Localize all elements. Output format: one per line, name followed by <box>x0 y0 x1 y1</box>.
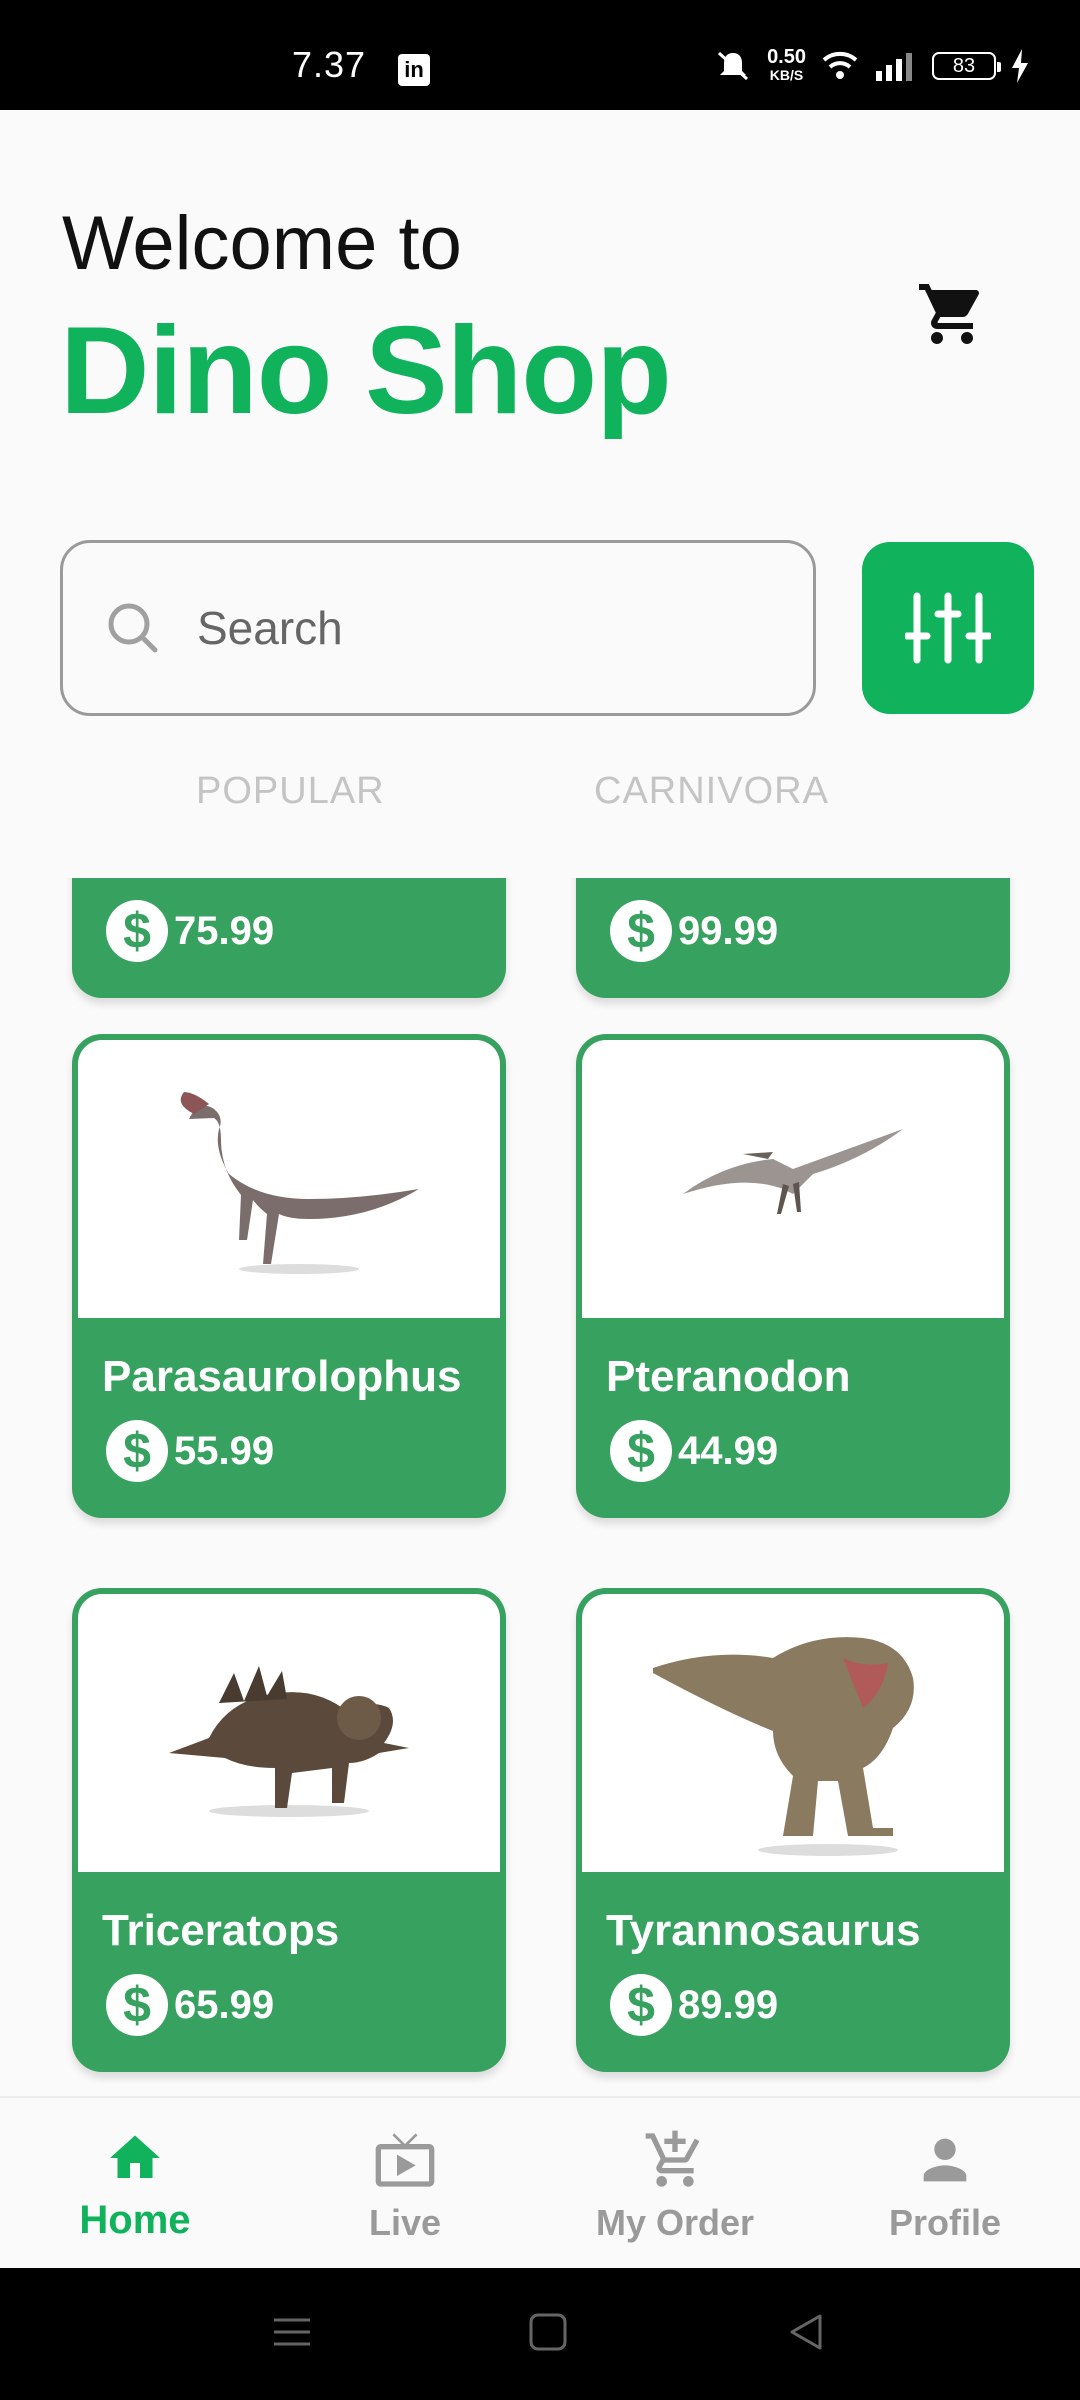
price-row: $ 65.99 <box>106 1974 274 2036</box>
triceratops-image <box>169 1666 409 1817</box>
dollar-icon: $ <box>610 900 672 962</box>
dollar-icon: $ <box>106 1974 168 2036</box>
dollar-icon: $ <box>106 1420 168 1482</box>
price-row: $ 75.99 <box>106 900 274 962</box>
cart-icon[interactable] <box>916 278 988 350</box>
price-row: $ 89.99 <box>610 1974 778 2036</box>
welcome-text: Welcome to <box>62 201 462 286</box>
price-row: $ 99.99 <box>610 900 778 962</box>
tab-carnivora[interactable]: CARNIVORA <box>594 770 829 813</box>
nav-label: My Order <box>595 2202 755 2243</box>
product-name: Parasaurolophus <box>102 1352 462 1401</box>
status-time: 7.37 <box>292 44 367 85</box>
brand-title: Dino Shop <box>60 302 672 440</box>
nav-profile[interactable]: Profile <box>810 2098 1080 2270</box>
signal-icon <box>876 53 912 81</box>
wifi-icon <box>822 51 858 79</box>
mute-icon <box>718 51 749 81</box>
dollar-icon: $ <box>106 900 168 962</box>
net-speed-unit: KB/S <box>769 67 804 83</box>
cart-add-icon <box>645 2130 700 2187</box>
parasaurolophus-image <box>180 1092 419 1274</box>
product-card-parasaurolophus[interactable]: Parasaurolophus $ 55.99 <box>72 1034 506 1518</box>
nav-my-order[interactable]: My Order <box>540 2098 810 2270</box>
product-name: Tyrannosaurus <box>606 1906 921 1955</box>
charging-icon <box>1012 49 1028 83</box>
battery-indicator: 83 <box>932 52 1001 80</box>
live-tv-icon <box>375 2133 435 2187</box>
product-name: Pteranodon <box>606 1352 851 1401</box>
product-image <box>78 1040 500 1318</box>
pteranodon-image <box>683 1129 903 1214</box>
nav-label: Profile <box>888 2202 1002 2243</box>
linkedin-icon: in <box>398 54 430 86</box>
price-row: $ 55.99 <box>106 1420 274 1482</box>
product-grid[interactable]: $ 75.99 $ 99.99 Parasaurolophus $ 55.99 <box>0 878 1080 2096</box>
home-button-icon[interactable] <box>528 2312 568 2352</box>
product-price: 55.99 <box>174 1428 275 1473</box>
product-card-partial[interactable]: $ 99.99 <box>576 878 1010 998</box>
dollar-icon: $ <box>610 1420 672 1482</box>
home-icon <box>110 2135 160 2178</box>
net-speed-value: 0.50 <box>767 46 806 68</box>
status-bar: 7.37 in 0.50 KB/S 83 <box>0 0 1080 110</box>
product-card-triceratops[interactable]: Triceratops $ 65.99 <box>72 1588 506 2072</box>
bottom-nav: Home Live My Order Profile <box>0 2096 1080 2268</box>
system-nav-bar <box>0 2268 1080 2400</box>
menu-icon[interactable] <box>272 2312 312 2352</box>
tab-popular[interactable]: POPULAR <box>196 770 385 813</box>
product-price: 99.99 <box>678 908 779 953</box>
nav-label: Live <box>368 2202 442 2243</box>
net-speed: 0.50 KB/S <box>767 46 806 84</box>
product-price: 65.99 <box>174 1982 275 2027</box>
nav-live[interactable]: Live <box>270 2098 540 2270</box>
product-image <box>78 1594 500 1872</box>
search-icon <box>108 603 158 653</box>
person-icon <box>923 2138 967 2182</box>
product-price: 75.99 <box>174 908 275 953</box>
product-price: 89.99 <box>678 1982 779 2027</box>
search-input[interactable] <box>197 601 757 655</box>
price-row: $ 44.99 <box>610 1420 778 1482</box>
product-card-pteranodon[interactable]: Pteranodon $ 44.99 <box>576 1034 1010 1518</box>
back-icon[interactable] <box>786 2312 826 2352</box>
product-image <box>582 1594 1004 1872</box>
product-price: 44.99 <box>678 1428 779 1473</box>
product-image <box>582 1040 1004 1318</box>
product-card-partial[interactable]: $ 75.99 <box>72 878 506 998</box>
tyrannosaurus-image <box>653 1637 914 1856</box>
sliders-icon <box>905 592 991 664</box>
search-box[interactable] <box>60 540 816 716</box>
nav-label: Home <box>79 2198 191 2242</box>
product-card-tyrannosaurus[interactable]: Tyrannosaurus $ 89.99 <box>576 1588 1010 2072</box>
product-name: Triceratops <box>102 1906 340 1955</box>
dollar-icon: $ <box>610 1974 672 2036</box>
filter-button[interactable] <box>862 542 1034 714</box>
battery-level: 83 <box>952 54 976 77</box>
category-tabs: POPULAR CARNIVORA <box>0 770 1080 820</box>
nav-home[interactable]: Home <box>0 2098 270 2270</box>
